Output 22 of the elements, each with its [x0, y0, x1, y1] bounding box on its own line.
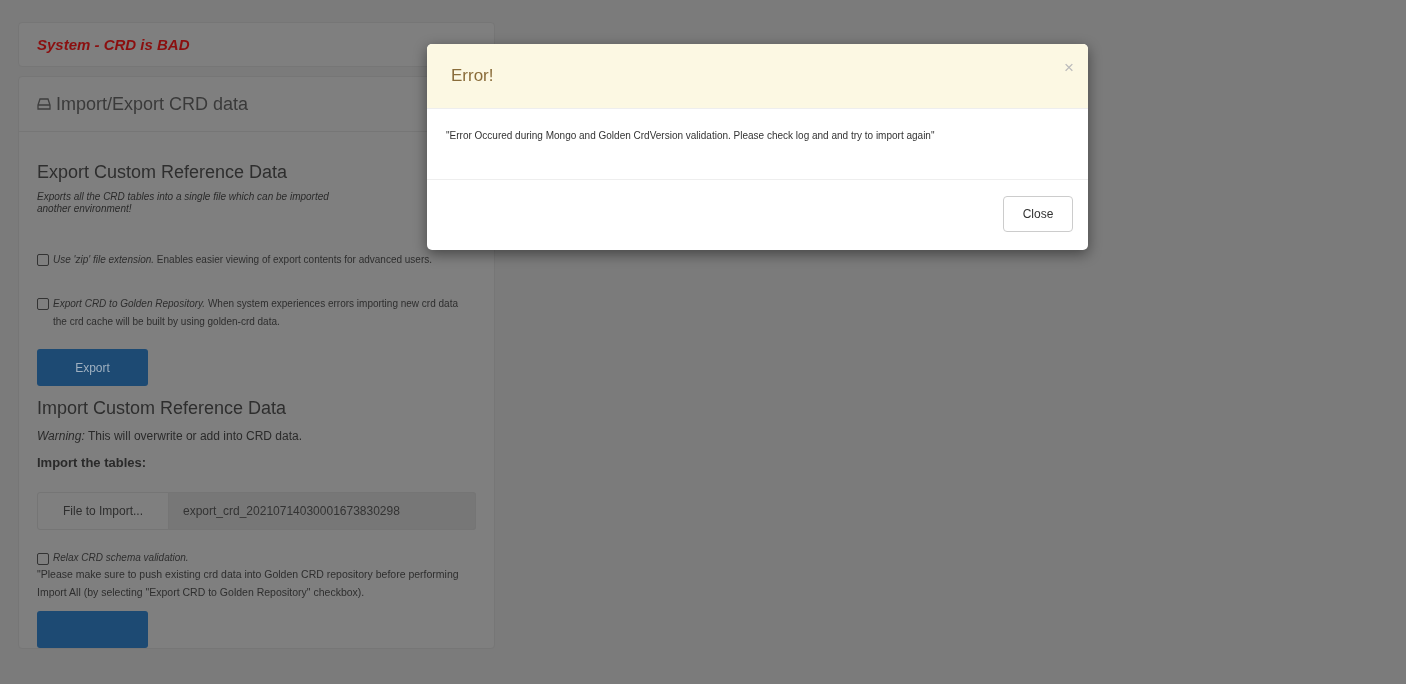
option-label: Export CRD to Golden Repository. When system experiences errors importing new crd data the crd cache will be built by using golden-crd data. [53, 297, 459, 329]
warning-text: Warning: This will overwrite or add into CRD data. [37, 429, 303, 443]
hard-drive-icon [37, 98, 51, 110]
option-label: Relax CRD schema validation. [53, 551, 190, 565]
checkbox[interactable] [37, 553, 49, 565]
dialog-title: Error! [451, 66, 494, 86]
export-button[interactable]: Export [37, 349, 148, 386]
checkbox[interactable] [37, 298, 49, 310]
panel-title: Import/Export CRD data [56, 93, 249, 115]
export-description: another environment! [37, 203, 132, 215]
status-title: System - CRD is BAD [37, 36, 190, 53]
file-name-field[interactable]: export_crd_20210714030001673830298 [169, 492, 476, 530]
checkbox[interactable] [37, 254, 49, 266]
import-note: "Please make sure to push existing crd data into Golden CRD repository before performing Import All (by selecting "Export CRD to Golden Repository" checkbox). [37, 567, 460, 600]
export-description: Exports all the CRD tables into a single file which can be imported [37, 191, 329, 203]
import-heading: Import Custom Reference Data [37, 398, 288, 419]
close-button[interactable]: Close [1003, 196, 1073, 232]
error-message: "Error Occured during Mongo and Golden CrdVersion validation. Please check log and and try to import again" [427, 109, 1088, 180]
option-label: Use 'zip' file extension. Enables easier viewing of export contents for advanced users. [53, 253, 434, 267]
export-heading: Export Custom Reference Data [37, 162, 289, 183]
import-label: Import the tables: [37, 455, 148, 470]
file-button[interactable]: File to Import... [37, 492, 169, 530]
